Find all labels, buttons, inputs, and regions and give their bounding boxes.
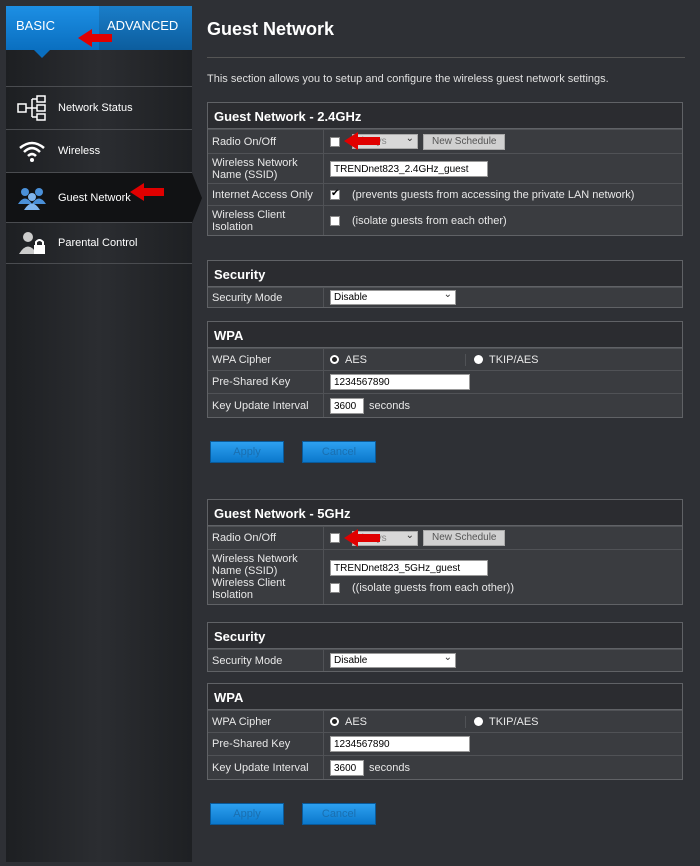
field-label-group: Wireless Network Name (SSID) Wireless Cl… <box>208 550 324 604</box>
tkip-aes-radio[interactable] <box>474 717 483 726</box>
ssid-input[interactable]: TRENDnet823_5GHz_guest <box>330 560 488 576</box>
field-label: Key Update Interval <box>208 756 324 779</box>
field-label: Security Mode <box>208 288 324 307</box>
main-content: Guest Network This section allows you to… <box>200 6 694 87</box>
key-interval-row: Key Update Interval 3600 seconds <box>208 393 682 417</box>
field-label: Key Update Interval <box>208 394 324 417</box>
isolation-checkbox[interactable] <box>330 215 340 226</box>
red-arrow-icon <box>130 183 164 201</box>
users-group-icon <box>14 184 50 212</box>
page-title: Guest Network <box>207 19 335 39</box>
wpa-cipher-row: WPA Cipher AES TKIP/AES <box>208 710 682 732</box>
sidebar-item-label: Wireless <box>58 145 101 157</box>
sidebar: BASIC ADVANCED Network Status Wireless G… <box>6 6 202 862</box>
internet-only-checkbox[interactable] <box>330 188 340 200</box>
sidebar-item-wireless[interactable]: Wireless <box>6 129 192 172</box>
field-label: Internet Access Only <box>208 184 324 205</box>
radio-label: AES <box>345 715 368 728</box>
aes-radio[interactable] <box>330 355 339 364</box>
field-note: (prevents guests from accessing the priv… <box>352 188 635 201</box>
title-divider <box>207 57 685 58</box>
field-label: Wireless Network Name (SSID) <box>208 154 324 183</box>
radio-row: Radio On/Off Always New Schedule <box>208 526 682 549</box>
section-header: WPA <box>208 684 682 710</box>
cancel-button[interactable]: Cancel <box>302 441 376 463</box>
sidebar-item-parental-control[interactable]: Parental Control <box>6 222 192 264</box>
sidebar-item-label: Network Status <box>58 102 133 114</box>
psk-row: Pre-Shared Key 1234567890 <box>208 732 682 755</box>
sidebar-item-network-status[interactable]: Network Status <box>6 86 192 129</box>
psk-input[interactable]: 1234567890 <box>330 374 470 390</box>
security-mode-select[interactable]: Disable <box>330 651 456 668</box>
sidebar-nav: Network Status Wireless Guest Network Pa… <box>6 86 202 264</box>
field-note: ((isolate guests from each other)) <box>352 582 515 594</box>
security-mode-row: Security Mode Disable <box>208 649 682 671</box>
radio-label: TKIP/AES <box>489 353 539 366</box>
page-description: This section allows you to setup and con… <box>207 73 609 85</box>
field-label: Wireless Client Isolation <box>212 577 286 601</box>
psk-row: Pre-Shared Key 1234567890 <box>208 370 682 393</box>
ssid-isolation-row: Wireless Network Name (SSID) Wireless Cl… <box>208 549 682 604</box>
internet-only-row: Internet Access Only (prevents guests fr… <box>208 183 682 205</box>
network-tree-icon <box>14 94 50 122</box>
key-interval-row: Key Update Interval 3600 seconds <box>208 755 682 779</box>
sidebar-item-label: Parental Control <box>58 237 138 249</box>
isolation-row: Wireless Client Isolation (isolate guest… <box>208 205 682 235</box>
guest-network-24-section: Guest Network - 2.4GHz Radio On/Off Alwa… <box>207 102 683 236</box>
field-label: Wireless Client Isolation <box>208 206 324 235</box>
unit-label: seconds <box>369 761 410 774</box>
wpa-5-section: WPA WPA Cipher AES TKIP/AES Pre-Shared K… <box>207 683 683 780</box>
new-schedule-button[interactable]: New Schedule <box>423 133 506 150</box>
red-arrow-icon <box>344 529 380 547</box>
section-header: Security <box>208 623 682 649</box>
ssid-row: Wireless Network Name (SSID) TRENDnet823… <box>208 153 682 183</box>
apply-button[interactable]: Apply <box>210 441 284 463</box>
cancel-button[interactable]: Cancel <box>302 803 376 825</box>
section-header: Guest Network - 2.4GHz <box>208 103 682 129</box>
field-label: WPA Cipher <box>208 349 324 370</box>
red-arrow-icon <box>344 132 380 150</box>
field-label: WPA Cipher <box>208 711 324 732</box>
security-5-section: Security Security Mode Disable <box>207 622 683 672</box>
security-24-section: Security Security Mode Disable <box>207 260 683 308</box>
radio-label: AES <box>345 353 368 366</box>
red-arrow-icon <box>78 29 112 47</box>
wpa-24-section: WPA WPA Cipher AES TKIP/AES Pre-Shared K… <box>207 321 683 418</box>
ssid-input[interactable]: TRENDnet823_2.4GHz_guest <box>330 160 488 177</box>
field-note: (isolate guests from each other) <box>352 214 507 227</box>
field-label: Pre-Shared Key <box>208 733 324 755</box>
section-header: WPA <box>208 322 682 348</box>
radio-row: Radio On/Off Always New Schedule <box>208 129 682 153</box>
apply-button[interactable]: Apply <box>210 803 284 825</box>
guest-network-5-section: Guest Network - 5GHz Radio On/Off Always… <box>207 499 683 605</box>
section-header: Security <box>208 261 682 287</box>
sidebar-item-label: Guest Network <box>58 191 131 204</box>
field-label: Security Mode <box>208 650 324 671</box>
key-interval-input[interactable]: 3600 <box>330 397 364 414</box>
field-label: Wireless Network Name (SSID) <box>212 553 298 577</box>
parental-lock-icon <box>14 229 50 257</box>
field-label: Radio On/Off <box>208 527 324 549</box>
field-label: Radio On/Off <box>208 130 324 153</box>
psk-input[interactable]: 1234567890 <box>330 736 470 752</box>
unit-label: seconds <box>369 399 410 412</box>
new-schedule-button[interactable]: New Schedule <box>423 530 506 546</box>
radio-checkbox[interactable] <box>330 136 340 147</box>
aes-radio[interactable] <box>330 717 339 726</box>
tkip-aes-radio[interactable] <box>474 355 483 364</box>
radio-label: TKIP/AES <box>489 715 539 728</box>
isolation-checkbox[interactable] <box>330 583 340 593</box>
key-interval-input[interactable]: 3600 <box>330 759 364 776</box>
security-mode-row: Security Mode Disable <box>208 287 682 307</box>
wifi-icon <box>14 137 50 165</box>
wpa-cipher-row: WPA Cipher AES TKIP/AES <box>208 348 682 370</box>
field-label: Pre-Shared Key <box>208 371 324 393</box>
security-mode-select[interactable]: Disable <box>330 288 456 305</box>
section-header: Guest Network - 5GHz <box>208 500 682 526</box>
radio-checkbox[interactable] <box>330 533 340 543</box>
